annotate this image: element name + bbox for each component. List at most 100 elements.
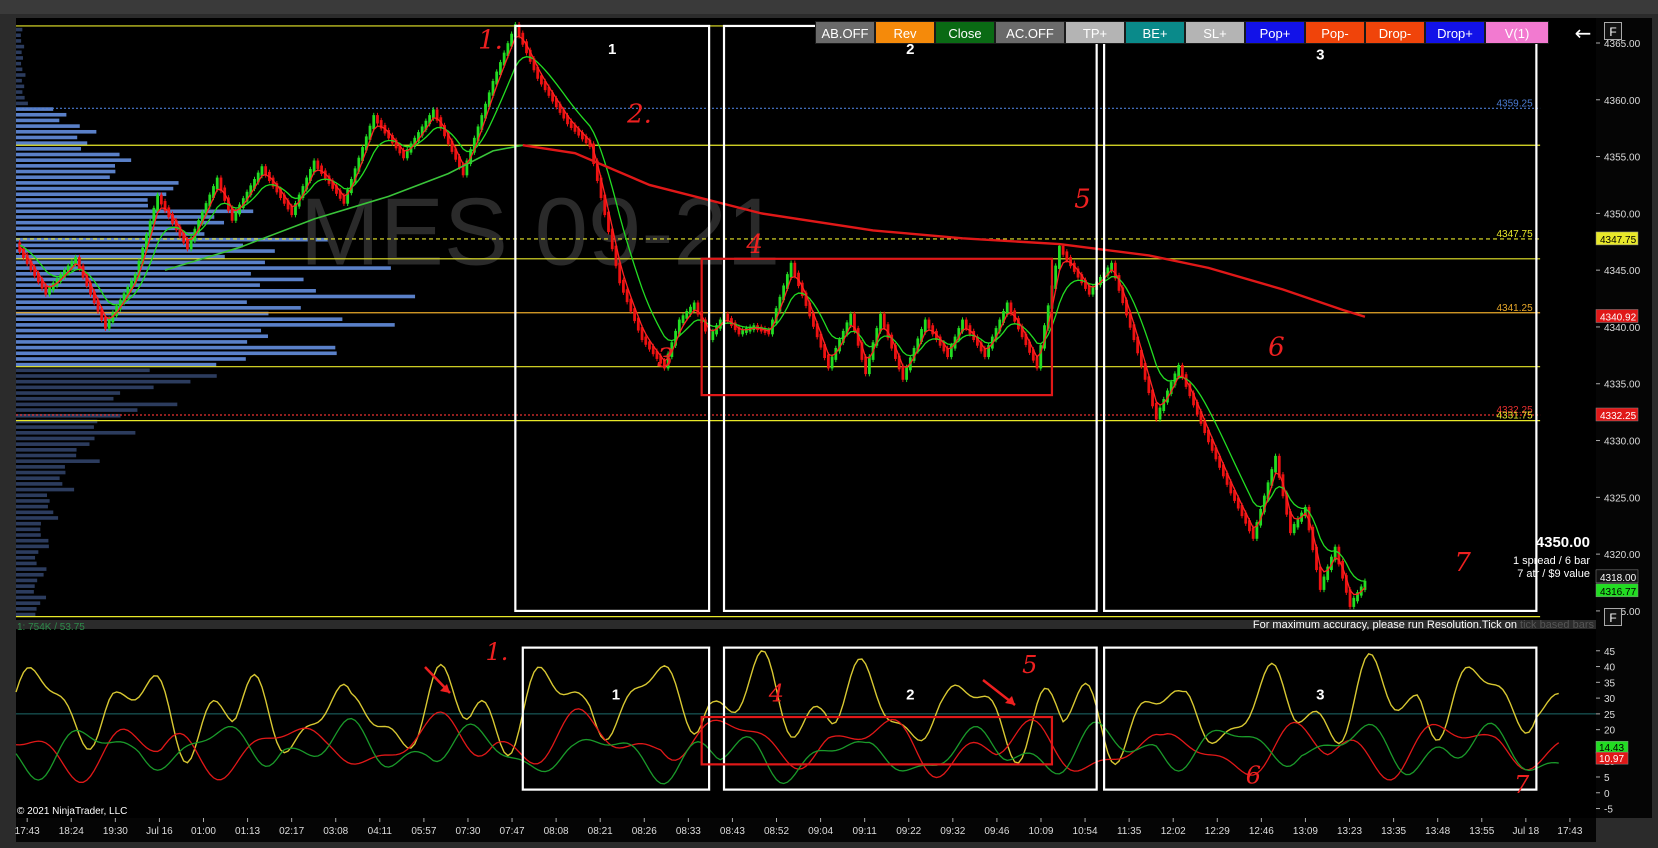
x-tick-label: 13:35 [1381, 826, 1406, 837]
y-tick-label: 4350.00 [1604, 209, 1641, 220]
profile-bar [16, 459, 100, 463]
y-tick-label: 4345.00 [1604, 266, 1641, 277]
toolbar-button-tp-4[interactable]: TP+ [1065, 21, 1125, 44]
toolbar-button-rev-1[interactable]: Rev [875, 21, 935, 44]
price-bar [376, 115, 379, 124]
x-tick-label: 12:02 [1161, 826, 1186, 837]
copyright-text: © 2021 NinjaTrader, LLC [17, 806, 127, 817]
price-bar [923, 319, 927, 333]
x-tick-label: 13:09 [1293, 826, 1318, 837]
profile-bar [16, 232, 205, 236]
price-bar [625, 289, 629, 303]
indicator-tag-label: 10.97 [1599, 754, 1624, 765]
toolbar-button-sl-6[interactable]: SL+ [1185, 21, 1245, 44]
toolbar-button-drop-10[interactable]: Drop+ [1425, 21, 1485, 44]
y2-tick-label: 35 [1604, 678, 1616, 689]
x-tick-label: Jul 18 [1512, 826, 1539, 837]
toolbar-button-v-1-11[interactable]: V(1) [1485, 21, 1549, 44]
profile-bar [16, 39, 22, 43]
profile-bar [16, 90, 23, 94]
indicator-annotation: 5 [1022, 651, 1037, 679]
profile-bar [16, 317, 343, 321]
trading-chart[interactable]: MES 09-21 4347.754341.254332.254331.75435… [0, 0, 1658, 848]
back-arrow-icon[interactable]: ← [1570, 22, 1596, 44]
profile-bar [16, 198, 148, 202]
level-label: 4331.75 [1496, 411, 1533, 422]
profile-bar [16, 538, 49, 543]
price-bar [901, 365, 905, 380]
toolbar-button-pop-8[interactable]: Pop- [1305, 21, 1365, 44]
price-bar [849, 313, 853, 326]
profile-bar [16, 306, 301, 310]
price-bar [1065, 251, 1069, 261]
profile-bar [16, 44, 25, 49]
profile-bar [16, 572, 44, 577]
profile-bar [16, 521, 41, 526]
profile-bar [16, 374, 217, 378]
indicator-zone-label: 1 [612, 687, 620, 704]
profile-bar [16, 448, 77, 452]
x-tick-label: 07:47 [500, 826, 525, 837]
panel-settings-button[interactable]: F [1604, 22, 1622, 40]
toolbar-button-drop-9[interactable]: Drop- [1365, 21, 1425, 44]
profile-bar [16, 544, 49, 549]
price-bar [186, 239, 189, 250]
profile-bar [16, 595, 47, 600]
toolbar-button-ac-off-3[interactable]: AC.OFF [995, 21, 1065, 44]
indicator-zone-label: 2 [906, 687, 914, 704]
accuracy-note-dim: tick based bars [1520, 619, 1594, 631]
x-tick-label: 11:35 [1117, 826, 1142, 837]
price-bar [107, 318, 111, 329]
profile-bar [16, 504, 48, 509]
level-label: 4359.25 [1496, 98, 1533, 109]
y2-tick-label: 20 [1604, 726, 1616, 737]
profile-bar [16, 169, 116, 174]
price-bar [882, 313, 886, 328]
price-bar [1318, 566, 1322, 590]
price-tag-label: 4332.25 [1600, 411, 1637, 422]
profile-bar [16, 510, 54, 515]
toolbar-button-pop-7[interactable]: Pop+ [1245, 21, 1305, 44]
annotation-mark: 1. [478, 26, 503, 56]
profile-bar [16, 607, 37, 611]
profile-bar [16, 436, 95, 441]
price-bar [215, 177, 219, 190]
price-tag-label: 4318.00 [1600, 573, 1637, 584]
x-tick-label: 08:08 [544, 826, 569, 837]
accuracy-note: For maximum accuracy, please run Resolut… [1253, 619, 1595, 631]
price-bar [644, 336, 648, 345]
indicator-annotation: 1. [486, 638, 509, 666]
x-tick-label: 09:04 [808, 826, 833, 837]
profile-bar [16, 56, 23, 60]
profile-bar [16, 590, 34, 594]
profile-bar [16, 578, 38, 583]
profile-bar [16, 465, 65, 469]
profile-bar [16, 584, 35, 588]
y2-tick-label: 40 [1604, 663, 1616, 674]
profile-bar [16, 118, 60, 123]
profile-bar [16, 328, 262, 333]
indicator-panel-settings-button[interactable]: F [1604, 608, 1622, 626]
toolbar-button-close-2[interactable]: Close [935, 21, 995, 44]
profile-bar [16, 601, 41, 605]
y2-tick-label: 0 [1604, 789, 1610, 800]
price-tag-label: 4347.75 [1600, 235, 1637, 246]
profile-bar [16, 215, 215, 219]
x-tick-label: 07:30 [455, 826, 480, 837]
profile-bar [16, 175, 110, 180]
profile-bar [16, 67, 23, 72]
profile-bar [16, 340, 248, 344]
price-bar [830, 356, 834, 369]
y-tick-label: 4325.00 [1604, 493, 1641, 504]
profile-bar [16, 243, 244, 248]
price-bar [290, 205, 294, 216]
profile-bar [16, 442, 90, 446]
toolbar-button-ab-off-0[interactable]: AB.OFF [815, 21, 875, 44]
toolbar-button-be-5[interactable]: BE+ [1125, 21, 1185, 44]
x-tick-label: 17:43 [15, 826, 40, 837]
y-tick-label: 4320.00 [1604, 550, 1641, 561]
x-tick-label: 08:26 [632, 826, 657, 837]
profile-bar [16, 33, 21, 38]
price-bar [1274, 455, 1277, 473]
profile-bar [16, 476, 60, 481]
